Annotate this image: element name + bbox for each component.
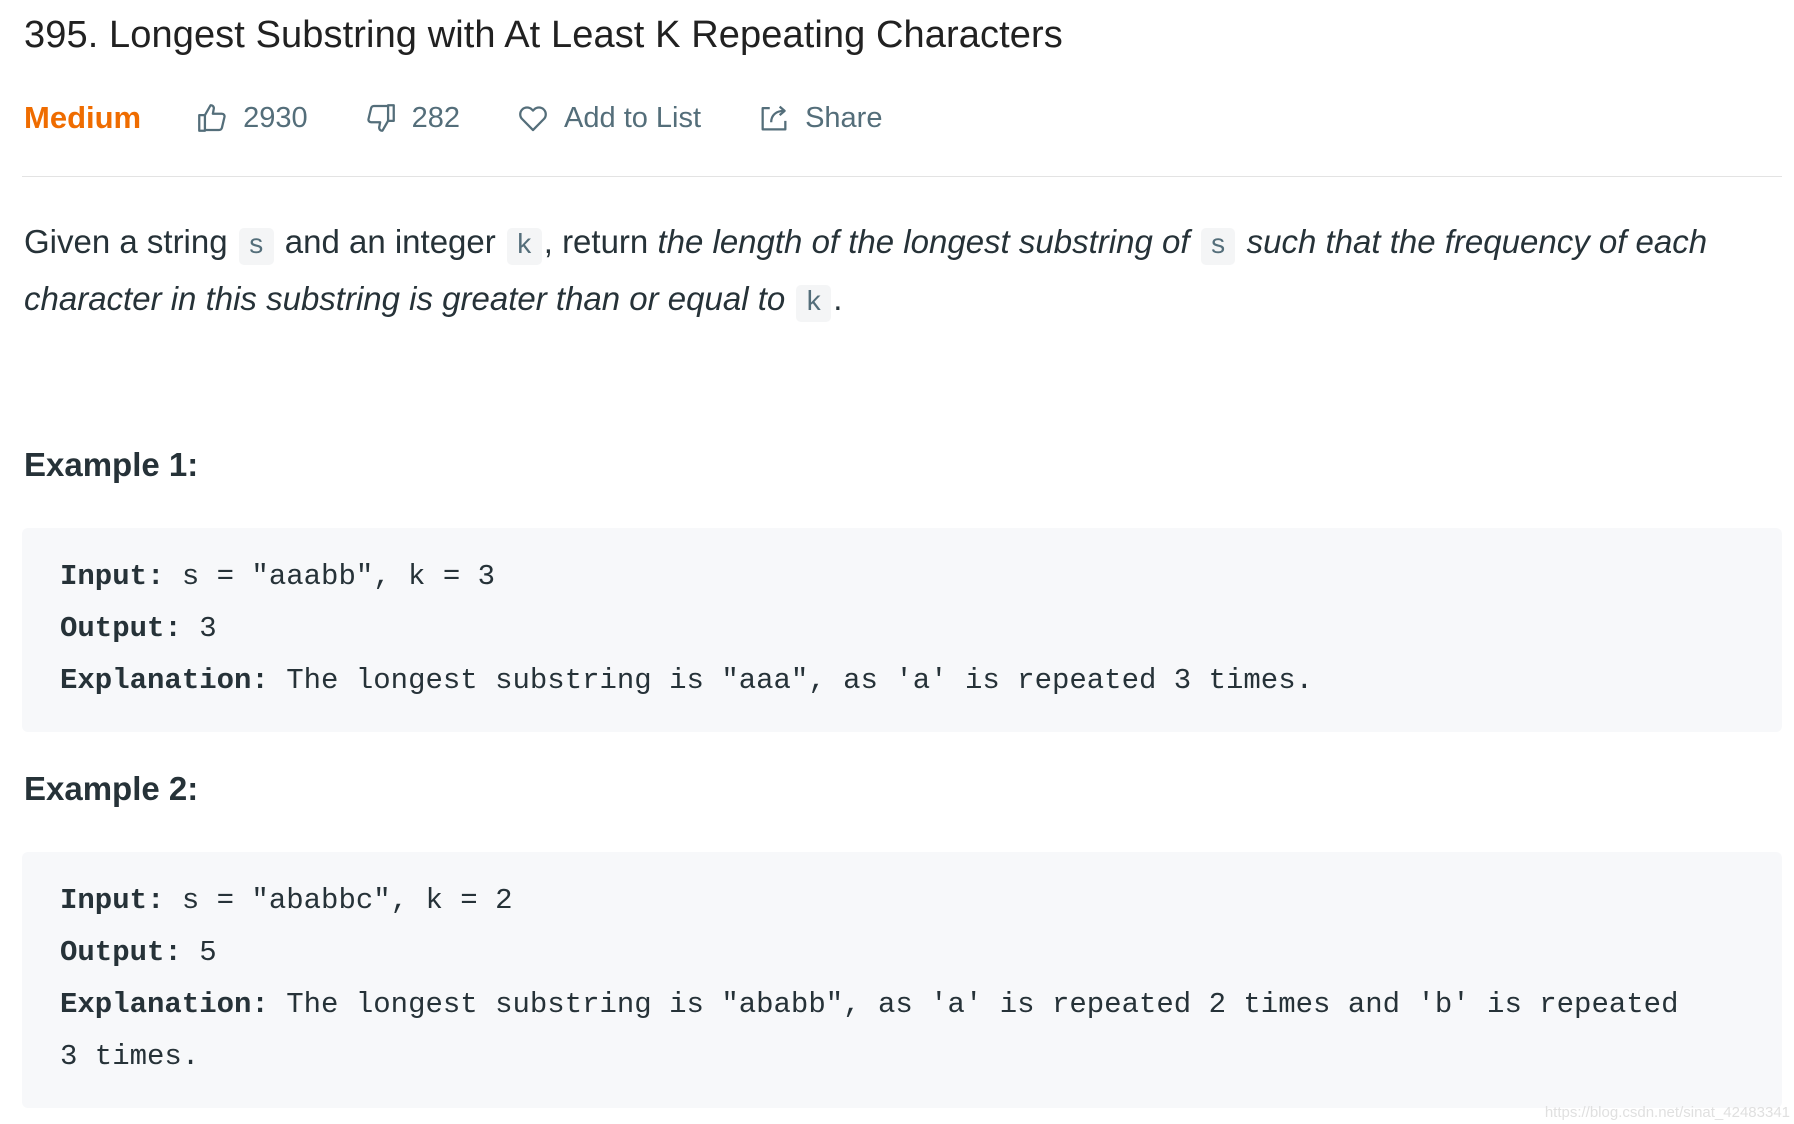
difficulty-badge: Medium — [24, 100, 142, 135]
add-to-list-label: Add to List — [564, 101, 702, 134]
share-icon — [761, 105, 787, 131]
example-1-input: Input: s = "aaabb", k = 3 — [60, 560, 496, 593]
description-emphasis: the length of the longest substring of — [657, 223, 1199, 260]
like-button[interactable]: 2930 — [195, 101, 308, 135]
share-button[interactable]: Share — [757, 101, 882, 135]
inline-code-k: k — [506, 228, 542, 265]
like-count: 2930 — [243, 101, 308, 134]
example-2-explanation: Explanation: The longest substring is "a… — [60, 988, 1679, 1021]
inline-code-s: s — [1200, 228, 1236, 265]
thumbs-down-icon — [366, 104, 395, 132]
watermark: https://blog.csdn.net/sinat_42483341 — [1544, 1104, 1790, 1121]
example-2-title: Example 2: — [24, 770, 199, 807]
example-2-output: Output: 5 — [60, 936, 217, 969]
add-to-list-button[interactable]: Add to List — [516, 101, 701, 135]
description-text: . — [833, 280, 843, 317]
heart-icon — [519, 106, 547, 132]
dislike-count: 282 — [411, 101, 461, 134]
dislike-button[interactable]: 282 — [364, 101, 460, 135]
example-2-input: Input: s = "ababbc", k = 2 — [60, 884, 513, 917]
description-text: and an integer — [275, 223, 505, 260]
description-text: , return — [543, 223, 658, 260]
problem-description: Given a string s and an integer k, retur… — [24, 216, 1790, 330]
example-1-box: Input: s = "aaabb", k = 3 Output: 3 Expl… — [22, 528, 1782, 732]
problem-title: 395. Longest Substring with At Least K R… — [24, 14, 1063, 56]
thumbs-up-icon — [198, 104, 226, 132]
example-2-explanation-cont: 3 times. — [60, 1040, 200, 1073]
inline-code-k: k — [796, 285, 832, 322]
header-divider — [22, 176, 1782, 177]
inline-code-s: s — [238, 228, 274, 265]
share-label: Share — [805, 101, 883, 134]
example-1-title: Example 1: — [24, 446, 199, 483]
example-2-box: Input: s = "ababbc", k = 2 Output: 5 Exp… — [22, 852, 1782, 1108]
problem-meta-row: Medium 2930 282 Add to List Share — [24, 96, 938, 140]
example-1-explanation: Explanation: The longest substring is "a… — [60, 664, 1314, 697]
example-1-output: Output: 3 — [60, 612, 217, 645]
description-text: Given a string — [24, 223, 237, 260]
